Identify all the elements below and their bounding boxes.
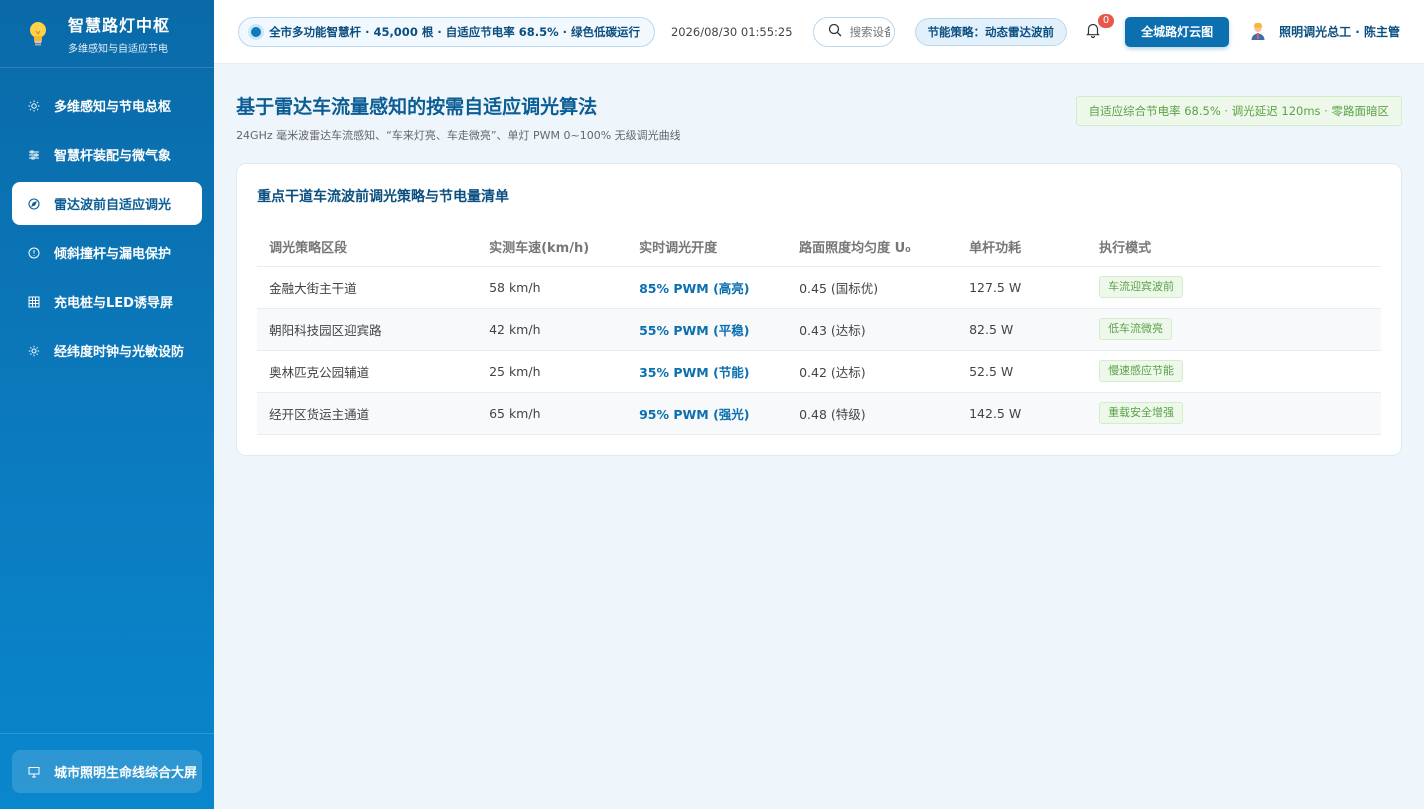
- sidebar-item-label: 充电桩与LED诱导屏: [54, 296, 173, 311]
- brand-subtitle: 多维感知与自适应节电: [68, 44, 168, 55]
- main-area: 全市多功能智慧杆 · 45,000 根 · 自适应节电率 68.5% · 绿色低…: [214, 0, 1424, 809]
- gear-icon: [28, 345, 40, 357]
- sidebar-item-label: 雷达波前自适应调光: [54, 198, 172, 213]
- sun-icon: [28, 100, 40, 112]
- sidebar-footer: 城市照明生命线综合大屏: [0, 733, 215, 809]
- cell-uniformity: 0.48 (特级): [787, 392, 958, 435]
- cell-pwm: 95% PWM (强光): [627, 392, 788, 435]
- mode-tag: 慢速感应节能: [1099, 360, 1184, 382]
- sliders-icon: [28, 149, 40, 161]
- cell-power: 142.5 W: [957, 392, 1088, 435]
- table-header-row: 调光策略区段 实测车速(km/h) 实时调光开度 路面照度均匀度 U₀ 单杆功耗…: [257, 228, 1381, 267]
- compass-icon: [28, 197, 40, 210]
- sidebar-item-label: 智慧杆装配与微气象: [54, 149, 172, 164]
- sidebar-item-clock-sensor[interactable]: 经纬度时钟与光敏设防: [12, 329, 202, 372]
- column-header: 执行模式: [1087, 228, 1381, 267]
- mode-tag: 车流迎宾波前: [1099, 276, 1184, 298]
- table-row[interactable]: 朝阳科技园区迎宾路 42 km/h 55% PWM (平稳) 0.43 (达标)…: [257, 308, 1381, 351]
- cell-uniformity: 0.45 (国标优): [787, 266, 958, 309]
- presentation-icon: [28, 766, 40, 778]
- brand-title: 智慧路灯中枢: [68, 16, 171, 35]
- sidebar-item-label: 多维感知与节电总枢: [54, 100, 172, 115]
- cell-mode: 低车流微亮: [1087, 308, 1381, 351]
- cell-mode: 车流迎宾波前: [1087, 266, 1381, 309]
- grid-icon: [28, 296, 40, 308]
- sidebar-item-label: 倾斜撞杆与漏电保护: [54, 247, 172, 262]
- sidebar-item-pole-assembly[interactable]: 智慧杆装配与微气象: [12, 133, 202, 176]
- topbar: 全市多功能智慧杆 · 45,000 根 · 自适应节电率 68.5% · 绿色低…: [214, 0, 1424, 64]
- cell-pwm: 55% PWM (平稳): [627, 308, 788, 351]
- search-box[interactable]: [812, 16, 895, 47]
- content: 基于雷达车流量感知的按需自适应调光算法 24GHz 毫米波雷达车流感知、“车来灯…: [214, 64, 1424, 456]
- cell-section: 奥林匹克公园辅道: [257, 350, 478, 393]
- column-header: 实测车速(km/h): [477, 228, 628, 267]
- sidebar-item-charging-led[interactable]: 充电桩与LED诱导屏: [12, 280, 202, 323]
- column-header: 调光策略区段: [257, 228, 478, 267]
- sidebar-item-label: 经纬度时钟与光敏设防: [54, 345, 185, 360]
- big-screen-label: 城市照明生命线综合大屏: [54, 766, 198, 781]
- cell-speed: 58 km/h: [477, 266, 628, 309]
- table-row[interactable]: 经开区货运主通道 65 km/h 95% PWM (强光) 0.48 (特级) …: [257, 392, 1381, 435]
- cell-power: 127.5 W: [957, 266, 1088, 309]
- brand: 智慧路灯中枢 多维感知与自适应节电: [0, 0, 215, 68]
- strategy-table-card: 重点干道车流波前调光策略与节电量清单 调光策略区段 实测车速(km/h) 实时调…: [236, 163, 1402, 456]
- system-status-pill: 全市多功能智慧杆 · 45,000 根 · 自适应节电率 68.5% · 绿色低…: [238, 16, 655, 47]
- sidebar-item-tilt-protection[interactable]: 倾斜撞杆与漏电保护: [12, 231, 202, 274]
- cell-power: 52.5 W: [957, 350, 1088, 393]
- cell-mode: 重载安全增强: [1087, 392, 1381, 435]
- cell-power: 82.5 W: [957, 308, 1088, 351]
- page-subtitle: 24GHz 毫米波雷达车流感知、“车来灯亮、车走微亮”、单灯 PWM 0~100…: [236, 129, 681, 142]
- user-menu[interactable]: 照明调光总工 · 陈主管: [1249, 21, 1400, 41]
- summary-chip: 自适应综合节电率 68.5% · 调光延迟 120ms · 零路面暗区: [1075, 96, 1402, 126]
- datetime: 2026/08/30 01:55:25: [670, 24, 793, 39]
- cell-speed: 42 km/h: [477, 308, 628, 351]
- column-header: 单杆功耗: [957, 228, 1088, 267]
- cell-pwm: 35% PWM (节能): [627, 350, 788, 393]
- cell-uniformity: 0.43 (达标): [787, 308, 958, 351]
- column-header: 实时调光开度: [627, 228, 788, 267]
- avatar: [1249, 21, 1267, 41]
- cell-uniformity: 0.42 (达标): [787, 350, 958, 393]
- status-dot-icon: [251, 26, 262, 37]
- mode-tag: 低车流微亮: [1099, 318, 1173, 340]
- app-root: 智慧路灯中枢 多维感知与自适应节电 多维感知与节电总枢 智慧杆装配与微气象 雷达…: [0, 0, 1424, 809]
- cell-speed: 25 km/h: [477, 350, 628, 393]
- table-row[interactable]: 奥林匹克公园辅道 25 km/h 35% PWM (节能) 0.42 (达标) …: [257, 350, 1381, 393]
- column-header: 路面照度均匀度 U₀: [787, 228, 958, 267]
- city-cloud-map-button[interactable]: 全城路灯云图: [1125, 16, 1230, 47]
- page-title: 基于雷达车流量感知的按需自适应调光算法: [236, 96, 598, 118]
- sidebar-item-radar-dimming[interactable]: 雷达波前自适应调光: [12, 182, 203, 225]
- table-row[interactable]: 金融大街主干道 58 km/h 85% PWM (高亮) 0.45 (国标优) …: [257, 266, 1381, 309]
- sidebar-nav: 多维感知与节电总枢 智慧杆装配与微气象 雷达波前自适应调光 倾斜撞杆与漏电保护: [0, 68, 214, 378]
- mode-tag: 重载安全增强: [1099, 402, 1184, 424]
- search-icon: [828, 23, 842, 41]
- cell-section: 朝阳科技园区迎宾路: [257, 308, 478, 351]
- user-label: 照明调光总工 · 陈主管: [1279, 25, 1400, 39]
- cell-speed: 65 km/h: [477, 392, 628, 435]
- cell-mode: 慢速感应节能: [1087, 350, 1381, 393]
- card-title: 重点干道车流波前调光策略与节电量清单: [257, 189, 510, 205]
- search-input[interactable]: [849, 24, 890, 39]
- cell-section: 金融大街主干道: [257, 266, 478, 309]
- notification-button[interactable]: 0: [1083, 12, 1116, 42]
- lightbulb-icon: [24, 20, 52, 48]
- cell-pwm: 85% PWM (高亮): [627, 266, 788, 309]
- notification-badge: 0: [1097, 12, 1116, 29]
- alert-circle-icon: [28, 247, 40, 259]
- strategy-badge[interactable]: 节能策略：动态雷达波前: [914, 17, 1068, 46]
- big-screen-button[interactable]: 城市照明生命线综合大屏: [12, 750, 203, 793]
- strategy-table: 调光策略区段 实测车速(km/h) 实时调光开度 路面照度均匀度 U₀ 单杆功耗…: [257, 228, 1381, 435]
- sidebar: 智慧路灯中枢 多维感知与自适应节电 多维感知与节电总枢 智慧杆装配与微气象 雷达…: [0, 0, 215, 809]
- sidebar-item-sensing-hub[interactable]: 多维感知与节电总枢: [12, 84, 202, 127]
- cell-section: 经开区货运主通道: [257, 392, 478, 435]
- page-header: 基于雷达车流量感知的按需自适应调光算法 24GHz 毫米波雷达车流感知、“车来灯…: [236, 88, 1402, 143]
- system-status-text: 全市多功能智慧杆 · 45,000 根 · 自适应节电率 68.5% · 绿色低…: [269, 24, 640, 39]
